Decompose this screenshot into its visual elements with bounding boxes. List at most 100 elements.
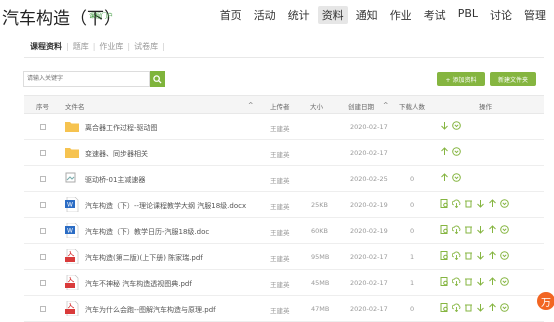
delete-icon[interactable] [464, 277, 473, 286]
sort-date-icon[interactable]: ^ [383, 101, 388, 109]
arrow-up-icon[interactable] [440, 173, 449, 182]
arrow-up-icon[interactable] [488, 303, 497, 312]
tab-course-materials[interactable]: 课程资料 [30, 41, 62, 52]
nav-manage[interactable]: 管理 [520, 6, 550, 24]
row-checkbox[interactable] [40, 254, 46, 260]
downloads-cell: 0 [410, 201, 415, 209]
nav-materials[interactable]: 资料 [317, 6, 348, 24]
downloads-cell: 1 [410, 279, 415, 287]
row-checkbox[interactable] [40, 280, 46, 286]
file-name-link[interactable]: 汽车构造（下）--理论课程教学大纲 汽服18级.docx [85, 201, 246, 211]
course-portal-link[interactable]: 课程门户 [89, 11, 113, 20]
nav-stats[interactable]: 统计 [284, 6, 314, 24]
row-checkbox[interactable] [40, 176, 46, 182]
nav-homework[interactable]: 作业 [386, 6, 416, 24]
table-row[interactable]: 驱动桥-01主减速器 王建英 2020-02-25 0 [24, 166, 544, 192]
cloud-download-icon[interactable] [452, 277, 461, 286]
circle-down-icon[interactable] [500, 251, 509, 260]
preview-icon[interactable] [440, 225, 449, 234]
nav-discussion[interactable]: 讨论 [486, 6, 516, 24]
table-row[interactable]: 汽车构造(第二版)(上下册) 陈家瑞.pdf 王建英 95MB 2020-02-… [24, 244, 544, 270]
circle-down-icon[interactable] [452, 173, 461, 182]
arrow-down-icon[interactable] [476, 251, 485, 260]
arrow-down-icon[interactable] [476, 277, 485, 286]
col-ops: 操作 [479, 103, 492, 111]
table-row[interactable]: W 汽车构造（下）--理论课程教学大纲 汽服18级.docx 王建英 25KB … [24, 192, 544, 218]
table-row[interactable]: W 汽车构造（下）教学日历-汽服18级.doc 王建英 60KB 2020-02… [24, 218, 544, 244]
table-row[interactable]: 汽车不神秘 汽车构造透视图典.pdf 王建英 45MB 2020-02-17 1 [24, 270, 544, 296]
nav-pbl[interactable]: PBL [454, 6, 482, 24]
cloud-download-icon[interactable] [452, 303, 461, 312]
circle-down-icon[interactable] [452, 121, 461, 130]
circle-down-icon[interactable] [500, 199, 509, 208]
folder-icon [65, 145, 79, 160]
row-checkbox[interactable] [40, 202, 46, 208]
file-name-link[interactable]: 离合器工作过程-驱动图 [85, 123, 158, 133]
svg-text:W: W [67, 228, 73, 235]
delete-icon[interactable] [464, 225, 473, 234]
tab-question-bank[interactable]: 题库 [73, 41, 89, 52]
delete-icon[interactable] [464, 199, 473, 208]
file-name-link[interactable]: 变速器、同步器相关 [85, 149, 148, 159]
table-row[interactable]: 变速器、同步器相关 王建英 2020-02-17 [24, 140, 544, 166]
arrow-down-icon[interactable] [476, 303, 485, 312]
add-material-button[interactable]: + 添加资料 [437, 72, 485, 86]
circle-down-icon[interactable] [500, 277, 509, 286]
downloads-cell: 1 [410, 253, 415, 261]
file-name-link[interactable]: 汽车构造（下）教学日历-汽服18级.doc [85, 227, 209, 237]
file-name-link[interactable]: 驱动桥-01主减速器 [85, 175, 145, 185]
row-checkbox[interactable] [40, 124, 46, 130]
uploader-cell: 王建英 [270, 229, 290, 237]
arrow-up-icon[interactable] [488, 251, 497, 260]
arrow-up-icon[interactable] [488, 277, 497, 286]
circle-down-icon[interactable] [500, 303, 509, 312]
sort-name-icon[interactable]: ^ [248, 101, 253, 109]
delete-icon[interactable] [464, 251, 473, 260]
search-input[interactable] [23, 71, 150, 87]
table-row[interactable]: 离合器工作过程-驱动图 王建英 2020-02-17 [24, 114, 544, 140]
arrow-down-icon[interactable] [476, 199, 485, 208]
file-name-link[interactable]: 汽车不神秘 汽车构造透视图典.pdf [85, 279, 192, 289]
cloud-download-icon[interactable] [452, 225, 461, 234]
row-actions [440, 173, 461, 182]
uploader-cell: 王建英 [270, 177, 290, 185]
delete-icon[interactable] [464, 303, 473, 312]
arrow-up-icon[interactable] [488, 199, 497, 208]
arrow-up-icon[interactable] [440, 147, 449, 156]
preview-icon[interactable] [440, 199, 449, 208]
downloads-cell: 0 [410, 175, 415, 183]
search-button[interactable] [150, 71, 165, 87]
date-cell: 2020-02-17 [350, 279, 388, 287]
row-checkbox[interactable] [40, 228, 46, 234]
preview-icon[interactable] [440, 277, 449, 286]
date-cell: 2020-02-19 [350, 201, 388, 209]
file-name-link[interactable]: 汽车为什么会跑--图解汽车构造与原理.pdf [85, 305, 216, 315]
row-checkbox[interactable] [40, 150, 46, 156]
file-name-link[interactable]: 汽车构造(第二版)(上下册) 陈家瑞.pdf [85, 253, 203, 263]
nav-home[interactable]: 首页 [216, 6, 246, 24]
row-checkbox[interactable] [40, 306, 46, 312]
new-folder-button[interactable]: 新建文件夹 [490, 72, 536, 86]
arrow-down-icon[interactable] [476, 225, 485, 234]
uploader-cell: 王建英 [270, 203, 290, 211]
preview-icon[interactable] [440, 303, 449, 312]
arrow-down-icon[interactable] [440, 121, 449, 130]
circle-down-icon[interactable] [452, 147, 461, 156]
nav-notice[interactable]: 通知 [352, 6, 382, 24]
arrow-up-icon[interactable] [488, 225, 497, 234]
tab-paper-bank[interactable]: 试卷库 [134, 41, 158, 52]
nav-exam[interactable]: 考试 [420, 6, 450, 24]
cloud-download-icon[interactable] [452, 251, 461, 260]
svg-text:W: W [67, 202, 73, 209]
col-index: 序号 [36, 103, 49, 111]
floating-helper-icon[interactable]: 万 [537, 292, 554, 310]
preview-icon[interactable] [440, 251, 449, 260]
tab-homework-bank[interactable]: 作业库 [99, 41, 123, 52]
col-created[interactable]: 创建日期 [348, 101, 374, 111]
circle-down-icon[interactable] [500, 225, 509, 234]
row-actions [440, 277, 509, 286]
col-name[interactable]: 文件名 [65, 101, 85, 111]
nav-activity[interactable]: 活动 [250, 6, 280, 24]
cloud-download-icon[interactable] [452, 199, 461, 208]
table-row[interactable]: 汽车为什么会跑--图解汽车构造与原理.pdf 王建英 47MB 2020-02-… [24, 296, 544, 322]
